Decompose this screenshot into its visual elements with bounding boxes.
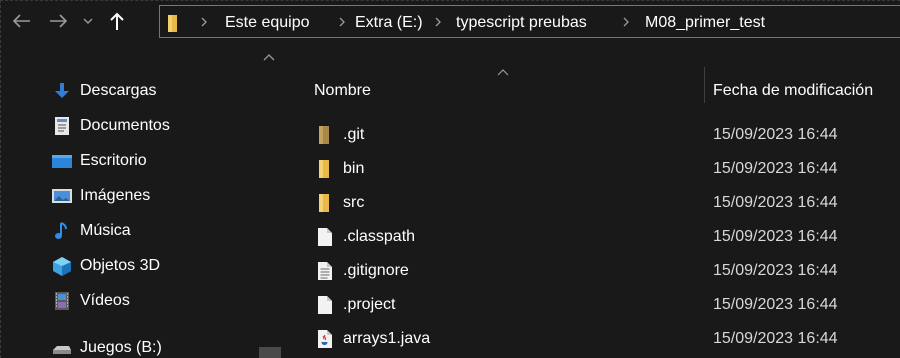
recent-locations-button[interactable]: [79, 8, 97, 34]
file-modified-date: 15/09/2023 16:44: [713, 160, 838, 177]
file-modified-date: 15/09/2023 16:44: [713, 296, 838, 313]
chevron-down-icon: [83, 18, 93, 24]
nav-item-label: Imágenes: [80, 187, 151, 204]
document-icon: [55, 117, 69, 135]
breadcrumb-typescript-preubas[interactable]: typescript preubas: [456, 14, 587, 32]
file-explorer-window: Este equipo Extra (E:) typescript preuba…: [0, 0, 900, 358]
nav-item-documentos[interactable]: Documentos: [1, 109, 259, 143]
nav-item-musica[interactable]: Música: [1, 214, 259, 248]
arrow-up-icon: [110, 12, 124, 30]
file-row-bin[interactable]: bin 15/09/2023 16:44: [281, 152, 900, 186]
breadcrumb-este-equipo[interactable]: Este equipo: [225, 14, 310, 32]
file-row-gitignore[interactable]: .gitignore 15/09/2023 16:44: [281, 254, 900, 288]
nav-item-label: Descargas: [80, 82, 157, 99]
text-file-icon: [318, 262, 332, 280]
column-header-modified[interactable]: Fecha de modificación: [713, 82, 873, 100]
file-modified-date: 15/09/2023 16:44: [713, 262, 838, 279]
folder-icon: [319, 160, 329, 178]
nav-item-objetos-3d[interactable]: Objetos 3D: [1, 249, 259, 283]
breadcrumb-chevron-icon: [200, 15, 210, 29]
sort-ascending-icon: [497, 63, 509, 81]
scroll-up-icon[interactable]: [263, 49, 275, 67]
breadcrumb-chevron-icon: [622, 15, 632, 29]
download-arrow-icon: [55, 83, 69, 98]
folder-dim-icon: [319, 126, 329, 144]
nav-item-label: Documentos: [80, 117, 170, 134]
breadcrumb-extra-drive[interactable]: Extra (E:): [355, 14, 423, 32]
file-row-classpath[interactable]: .classpath 15/09/2023 16:44: [281, 220, 900, 254]
nav-item-descargas[interactable]: Descargas: [1, 74, 259, 108]
arrow-right-icon: [50, 14, 67, 28]
breadcrumb-chevron-icon: [338, 15, 348, 29]
column-header-name[interactable]: Nombre: [314, 82, 371, 100]
nav-item-label: Juegos (B:): [80, 339, 162, 356]
file-row-src[interactable]: src 15/09/2023 16:44: [281, 186, 900, 220]
film-strip-icon: [55, 292, 69, 310]
nav-item-label: Objetos 3D: [80, 257, 161, 274]
file-modified-date: 15/09/2023 16:44: [713, 228, 838, 245]
nav-item-label: Vídeos: [80, 292, 130, 309]
breadcrumb-current-folder[interactable]: M08_primer_test: [645, 14, 765, 32]
3d-object-icon: [53, 257, 71, 276]
file-name: src: [343, 194, 365, 211]
nav-item-label: Música: [80, 222, 131, 239]
forward-button[interactable]: [45, 8, 71, 34]
pictures-icon: [52, 189, 72, 203]
file-modified-date: 15/09/2023 16:44: [713, 194, 838, 211]
blank-file-icon: [318, 296, 332, 314]
scrollbar-thumb[interactable]: [259, 347, 281, 358]
navigation-pane: Descargas Documentos Escritorio Imágenes…: [1, 41, 281, 358]
nav-item-imagenes[interactable]: Imágenes: [1, 179, 259, 213]
column-divider[interactable]: [704, 67, 705, 103]
blank-file-icon: [318, 228, 332, 246]
desktop-icon: [52, 155, 72, 168]
file-name: .classpath: [343, 228, 416, 245]
folder-icon: [319, 194, 329, 212]
navigation-bar: Este equipo Extra (E:) typescript preuba…: [1, 1, 900, 41]
file-row-arrays1-java[interactable]: arrays1.java 15/09/2023 16:44: [281, 322, 900, 356]
file-modified-date: 15/09/2023 16:44: [713, 126, 838, 143]
nav-item-label: Escritorio: [80, 152, 147, 169]
file-row-git[interactable]: .git 15/09/2023 16:44: [281, 118, 900, 152]
file-name: bin: [343, 160, 365, 177]
file-name: arrays1.java: [343, 330, 431, 347]
file-name: .git: [343, 126, 365, 143]
file-name: .project: [343, 296, 396, 313]
drive-icon: [53, 346, 71, 354]
navigation-pane-scrollbar[interactable]: [259, 41, 281, 358]
breadcrumb-chevron-icon: [434, 15, 444, 29]
address-bar[interactable]: Este equipo Extra (E:) typescript preuba…: [159, 5, 900, 38]
file-name: .gitignore: [343, 262, 409, 279]
back-button[interactable]: [9, 8, 35, 34]
nav-item-videos[interactable]: Vídeos: [1, 284, 259, 318]
folder-icon: [168, 15, 177, 32]
arrow-left-icon: [13, 14, 30, 28]
java-file-icon: [318, 330, 332, 348]
file-list: Nombre Fecha de modificación .git 15/09/…: [281, 41, 900, 358]
music-note-icon: [55, 222, 67, 239]
nav-item-escritorio[interactable]: Escritorio: [1, 144, 259, 178]
nav-item-juegos-drive[interactable]: Juegos (B:): [1, 331, 259, 358]
up-button[interactable]: [105, 8, 129, 34]
file-row-project[interactable]: .project 15/09/2023 16:44: [281, 288, 900, 322]
file-modified-date: 15/09/2023 16:44: [713, 330, 838, 347]
